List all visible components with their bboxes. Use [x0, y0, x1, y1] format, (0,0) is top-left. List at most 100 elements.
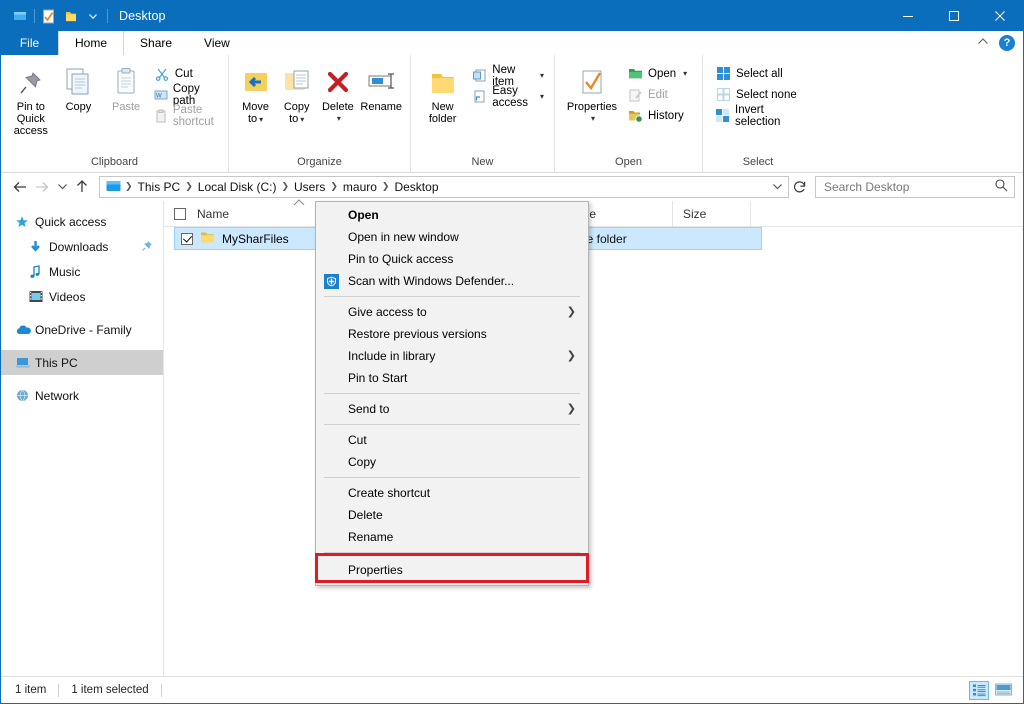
menu-item-delete[interactable]: Delete [316, 504, 588, 526]
menu-item-restore-previous-versions[interactable]: Restore previous versions [316, 323, 588, 345]
refresh-button[interactable] [789, 176, 811, 198]
forward-button[interactable] [31, 176, 53, 198]
pin-icon[interactable] [141, 240, 153, 255]
close-button[interactable] [977, 1, 1023, 31]
explorer-icon[interactable] [9, 5, 31, 27]
tab-home[interactable]: Home [58, 31, 125, 55]
search-input[interactable] [822, 178, 994, 195]
help-button[interactable]: ? [999, 35, 1015, 51]
easy-access-icon [472, 89, 487, 105]
ribbon-group-select: Select all Select none Invert selection [703, 55, 813, 173]
breadcrumb-local-disk[interactable]: Local Disk (C:) [194, 177, 281, 197]
selection-count: 1 item selected [71, 684, 149, 696]
sidebar-item-onedrive[interactable]: OneDrive - Family [1, 317, 163, 342]
minimize-button[interactable] [885, 1, 931, 31]
history-label: History [648, 109, 684, 122]
collapse-ribbon-icon[interactable] [977, 37, 989, 49]
address-dropdown-icon[interactable] [768, 177, 786, 197]
menu-item-give-access-to[interactable]: Give access to ❯ [316, 301, 588, 323]
chevron-down-icon[interactable] [82, 5, 104, 27]
menu-item-pin-to-quick-access[interactable]: Pin to Quick access [316, 248, 588, 270]
select-all-icon [715, 66, 731, 82]
menu-item-create-shortcut[interactable]: Create shortcut [316, 482, 588, 504]
crumb-sep[interactable]: ❯ [381, 181, 391, 192]
delete-button[interactable]: Delete ▾ [317, 61, 358, 128]
caret-icon: ▾ [336, 114, 341, 123]
copy-icon [63, 64, 93, 98]
row-checkbox[interactable] [181, 232, 193, 245]
sidebar-item-quick-access[interactable]: Quick access [1, 209, 163, 234]
new-folder-icon[interactable] [60, 5, 82, 27]
paste-shortcut-button[interactable]: Paste shortcut [150, 104, 222, 128]
menu-item-properties[interactable]: Properties [316, 557, 588, 583]
column-header-row: Name Date modified Type Size [164, 199, 1023, 227]
sidebar-item-downloads[interactable]: Downloads [1, 234, 163, 259]
menu-item-pin-to-start[interactable]: Pin to Start [316, 367, 588, 389]
breadcrumb-this-pc[interactable]: This PC [134, 177, 185, 197]
menu-item-send-to[interactable]: Send to ❯ [316, 398, 588, 420]
edit-button[interactable]: Edit [623, 84, 691, 105]
column-header-size[interactable]: Size [673, 201, 751, 226]
caret-icon: ▾ [300, 115, 305, 124]
crumb-sep[interactable]: ❯ [184, 181, 194, 192]
invert-selection-button[interactable]: Invert selection [711, 104, 807, 128]
copy-to-button[interactable]: Copy to ▾ [276, 61, 317, 129]
rename-button[interactable]: Rename [358, 61, 404, 116]
address-bar[interactable]: ❯ This PC ❯ Local Disk (C:) ❯ Users ❯ ma… [99, 175, 789, 198]
menu-item-scan-with-windows-defender[interactable]: Scan with Windows Defender... [316, 270, 588, 292]
breadcrumb-desktop[interactable]: Desktop [390, 177, 442, 197]
sidebar-item-music[interactable]: Music [1, 259, 163, 284]
back-button[interactable] [9, 176, 31, 198]
window-title: Desktop [119, 9, 166, 23]
menu-item-copy[interactable]: Copy [316, 451, 588, 473]
select-all-checkbox[interactable] [174, 207, 186, 220]
breadcrumb-users[interactable]: Users [290, 177, 329, 197]
tab-share[interactable]: Share [124, 31, 188, 55]
caret-icon: ▾ [539, 71, 544, 80]
recent-locations-button[interactable] [53, 176, 71, 198]
ribbon-group-label-select: Select [742, 156, 774, 168]
pin-to-quick-access-button[interactable]: Pin to Quick access [7, 61, 55, 140]
sidebar-item-this-pc[interactable]: This PC [1, 350, 163, 375]
copy-button[interactable]: Copy [55, 61, 103, 116]
paste-button[interactable]: Paste [102, 61, 150, 116]
crumb-sep[interactable]: ❯ [280, 181, 290, 192]
sidebar-item-network[interactable]: Network [1, 383, 163, 408]
file-list-pane: Name Date modified Type Size [164, 199, 1023, 676]
address-bar-row: ❯ This PC ❯ Local Disk (C:) ❯ Users ❯ ma… [1, 173, 1023, 201]
new-folder-button[interactable]: New folder [417, 61, 468, 128]
new-item-button[interactable]: New item ▾ [468, 64, 548, 88]
large-icons-view-button[interactable] [993, 681, 1013, 700]
menu-item-cut[interactable]: Cut [316, 429, 588, 451]
ribbon: Pin to Quick access Copy Paste Cut W Cop… [1, 55, 1023, 173]
properties-button[interactable]: Properties ▾ [561, 61, 623, 128]
maximize-button[interactable] [931, 1, 977, 31]
details-view-button[interactable] [969, 680, 989, 700]
search-box[interactable] [815, 175, 1015, 198]
up-button[interactable] [71, 176, 93, 198]
menu-item-open[interactable]: Open [316, 204, 588, 226]
menu-item-rename[interactable]: Rename [316, 526, 588, 548]
search-icon[interactable] [994, 178, 1008, 195]
crumb-sep[interactable]: ❯ [329, 181, 339, 192]
cut-button[interactable]: Cut [150, 63, 222, 84]
move-to-button[interactable]: Move to ▾ [235, 61, 276, 129]
properties-icon[interactable] [38, 5, 60, 27]
cut-label: Cut [174, 67, 193, 80]
sidebar-item-videos[interactable]: Videos [1, 284, 163, 309]
menu-item-include-in-library[interactable]: Include in library ❯ [316, 345, 588, 367]
tab-view[interactable]: View [188, 31, 246, 55]
status-bar: 1 item 1 item selected [1, 676, 1023, 703]
move-to-icon [241, 64, 271, 98]
select-all-button[interactable]: Select all [711, 63, 807, 84]
history-button[interactable]: History [623, 105, 691, 126]
open-button[interactable]: Open ▾ [623, 63, 691, 84]
tab-file[interactable]: File [1, 31, 58, 55]
file-list: MySharFiles File folder [164, 227, 1023, 676]
easy-access-button[interactable]: Easy access ▾ [468, 85, 548, 109]
breadcrumb-mauro[interactable]: mauro [339, 177, 381, 197]
select-none-button[interactable]: Select none [711, 84, 807, 105]
menu-label: Open in new window [348, 230, 459, 244]
copy-path-button[interactable]: W Copy path [150, 83, 222, 107]
menu-item-open-in-new-window[interactable]: Open in new window [316, 226, 588, 248]
